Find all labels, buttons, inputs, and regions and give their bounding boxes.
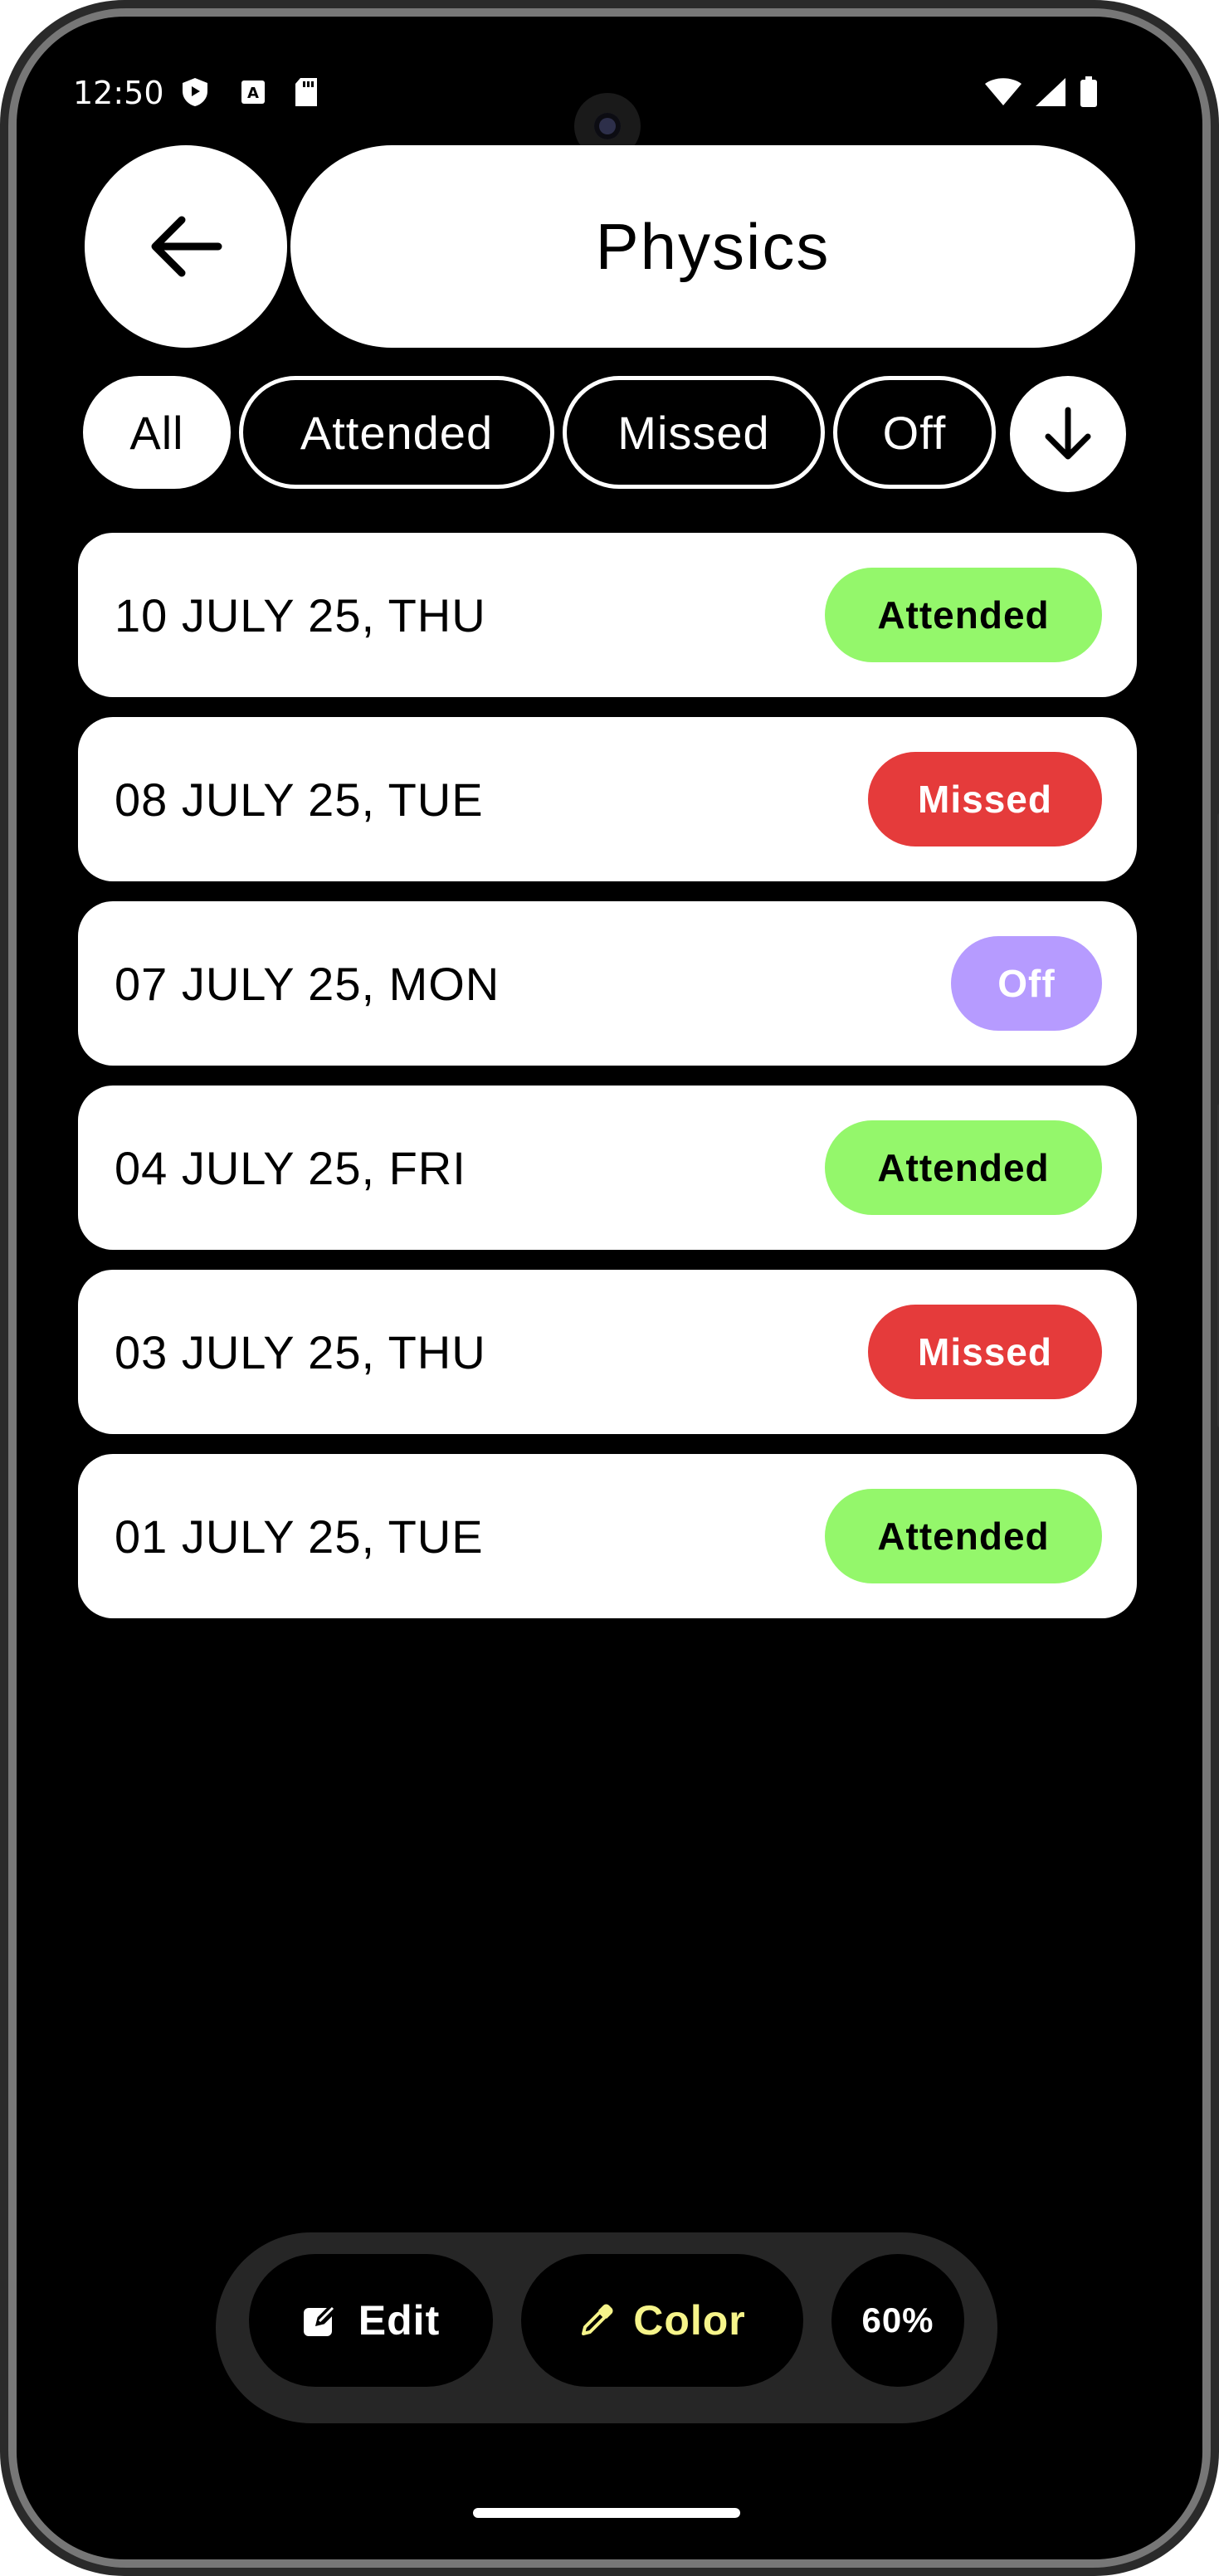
row-date: 10 JULY 25, THU: [115, 588, 486, 642]
filter-off-label: Off: [882, 406, 947, 459]
status-time: 12:50: [73, 75, 164, 111]
row-date: 07 JULY 25, MON: [115, 957, 500, 1010]
filter-all[interactable]: All: [83, 376, 231, 489]
battery-icon: [1079, 76, 1099, 108]
attendance-row[interactable]: 08 JULY 25, TUE Missed: [78, 717, 1137, 881]
percentage-button[interactable]: 60%: [831, 2254, 964, 2387]
page-title: Physics: [290, 145, 1135, 348]
filter-missed[interactable]: Missed: [563, 376, 825, 489]
home-indicator[interactable]: [473, 2508, 740, 2518]
filter-attended[interactable]: Attended: [239, 376, 554, 489]
screen: 12:50 A Physics All Attended Missed Off …: [17, 17, 1202, 2559]
row-date: 08 JULY 25, TUE: [115, 773, 484, 826]
color-button[interactable]: Color: [521, 2254, 803, 2387]
arrow-down-icon: [1043, 407, 1093, 461]
percentage-label: 60%: [861, 2300, 934, 2339]
row-date: 03 JULY 25, THU: [115, 1325, 486, 1378]
status-badge: Missed: [868, 752, 1102, 846]
edit-label: Edit: [358, 2297, 441, 2344]
font-a-icon: A: [237, 76, 269, 108]
status-badge: Attended: [825, 1489, 1102, 1583]
back-button[interactable]: [85, 145, 287, 348]
status-bar: 12:50 A: [17, 17, 1202, 159]
edit-button[interactable]: Edit: [249, 2254, 493, 2387]
signal-icon: [1034, 76, 1067, 108]
device-frame: 12:50 A Physics All Attended Missed Off …: [0, 0, 1219, 2576]
color-label: Color: [633, 2297, 746, 2344]
status-badge: Missed: [868, 1305, 1102, 1399]
filter-missed-label: Missed: [617, 406, 770, 459]
filter-all-label: All: [129, 406, 184, 459]
attendance-row[interactable]: 04 JULY 25, FRI Attended: [78, 1086, 1137, 1250]
attendance-row[interactable]: 01 JULY 25, TUE Attended: [78, 1454, 1137, 1618]
filter-off[interactable]: Off: [833, 376, 996, 489]
shield-icon: [179, 76, 211, 108]
subject-title: Physics: [595, 209, 831, 283]
attendance-row[interactable]: 07 JULY 25, MON Off: [78, 901, 1137, 1066]
status-badge: Attended: [825, 1120, 1102, 1215]
status-badge: Off: [951, 936, 1102, 1031]
attendance-row[interactable]: 10 JULY 25, THU Attended: [78, 533, 1137, 697]
bottom-toolbar: Edit Color 60%: [216, 2232, 997, 2423]
eyedropper-icon: [578, 2302, 615, 2339]
arrow-left-icon: [149, 213, 223, 280]
svg-text:A: A: [247, 85, 259, 102]
wifi-icon: [984, 76, 1022, 108]
attendance-row[interactable]: 03 JULY 25, THU Missed: [78, 1270, 1137, 1434]
filter-attended-label: Attended: [300, 406, 494, 459]
row-date: 04 JULY 25, FRI: [115, 1141, 466, 1194]
status-badge: Attended: [825, 568, 1102, 662]
row-date: 01 JULY 25, TUE: [115, 1510, 484, 1563]
sd-card-icon: [290, 76, 322, 108]
sort-button[interactable]: [1010, 376, 1126, 492]
edit-icon: [302, 2301, 340, 2339]
